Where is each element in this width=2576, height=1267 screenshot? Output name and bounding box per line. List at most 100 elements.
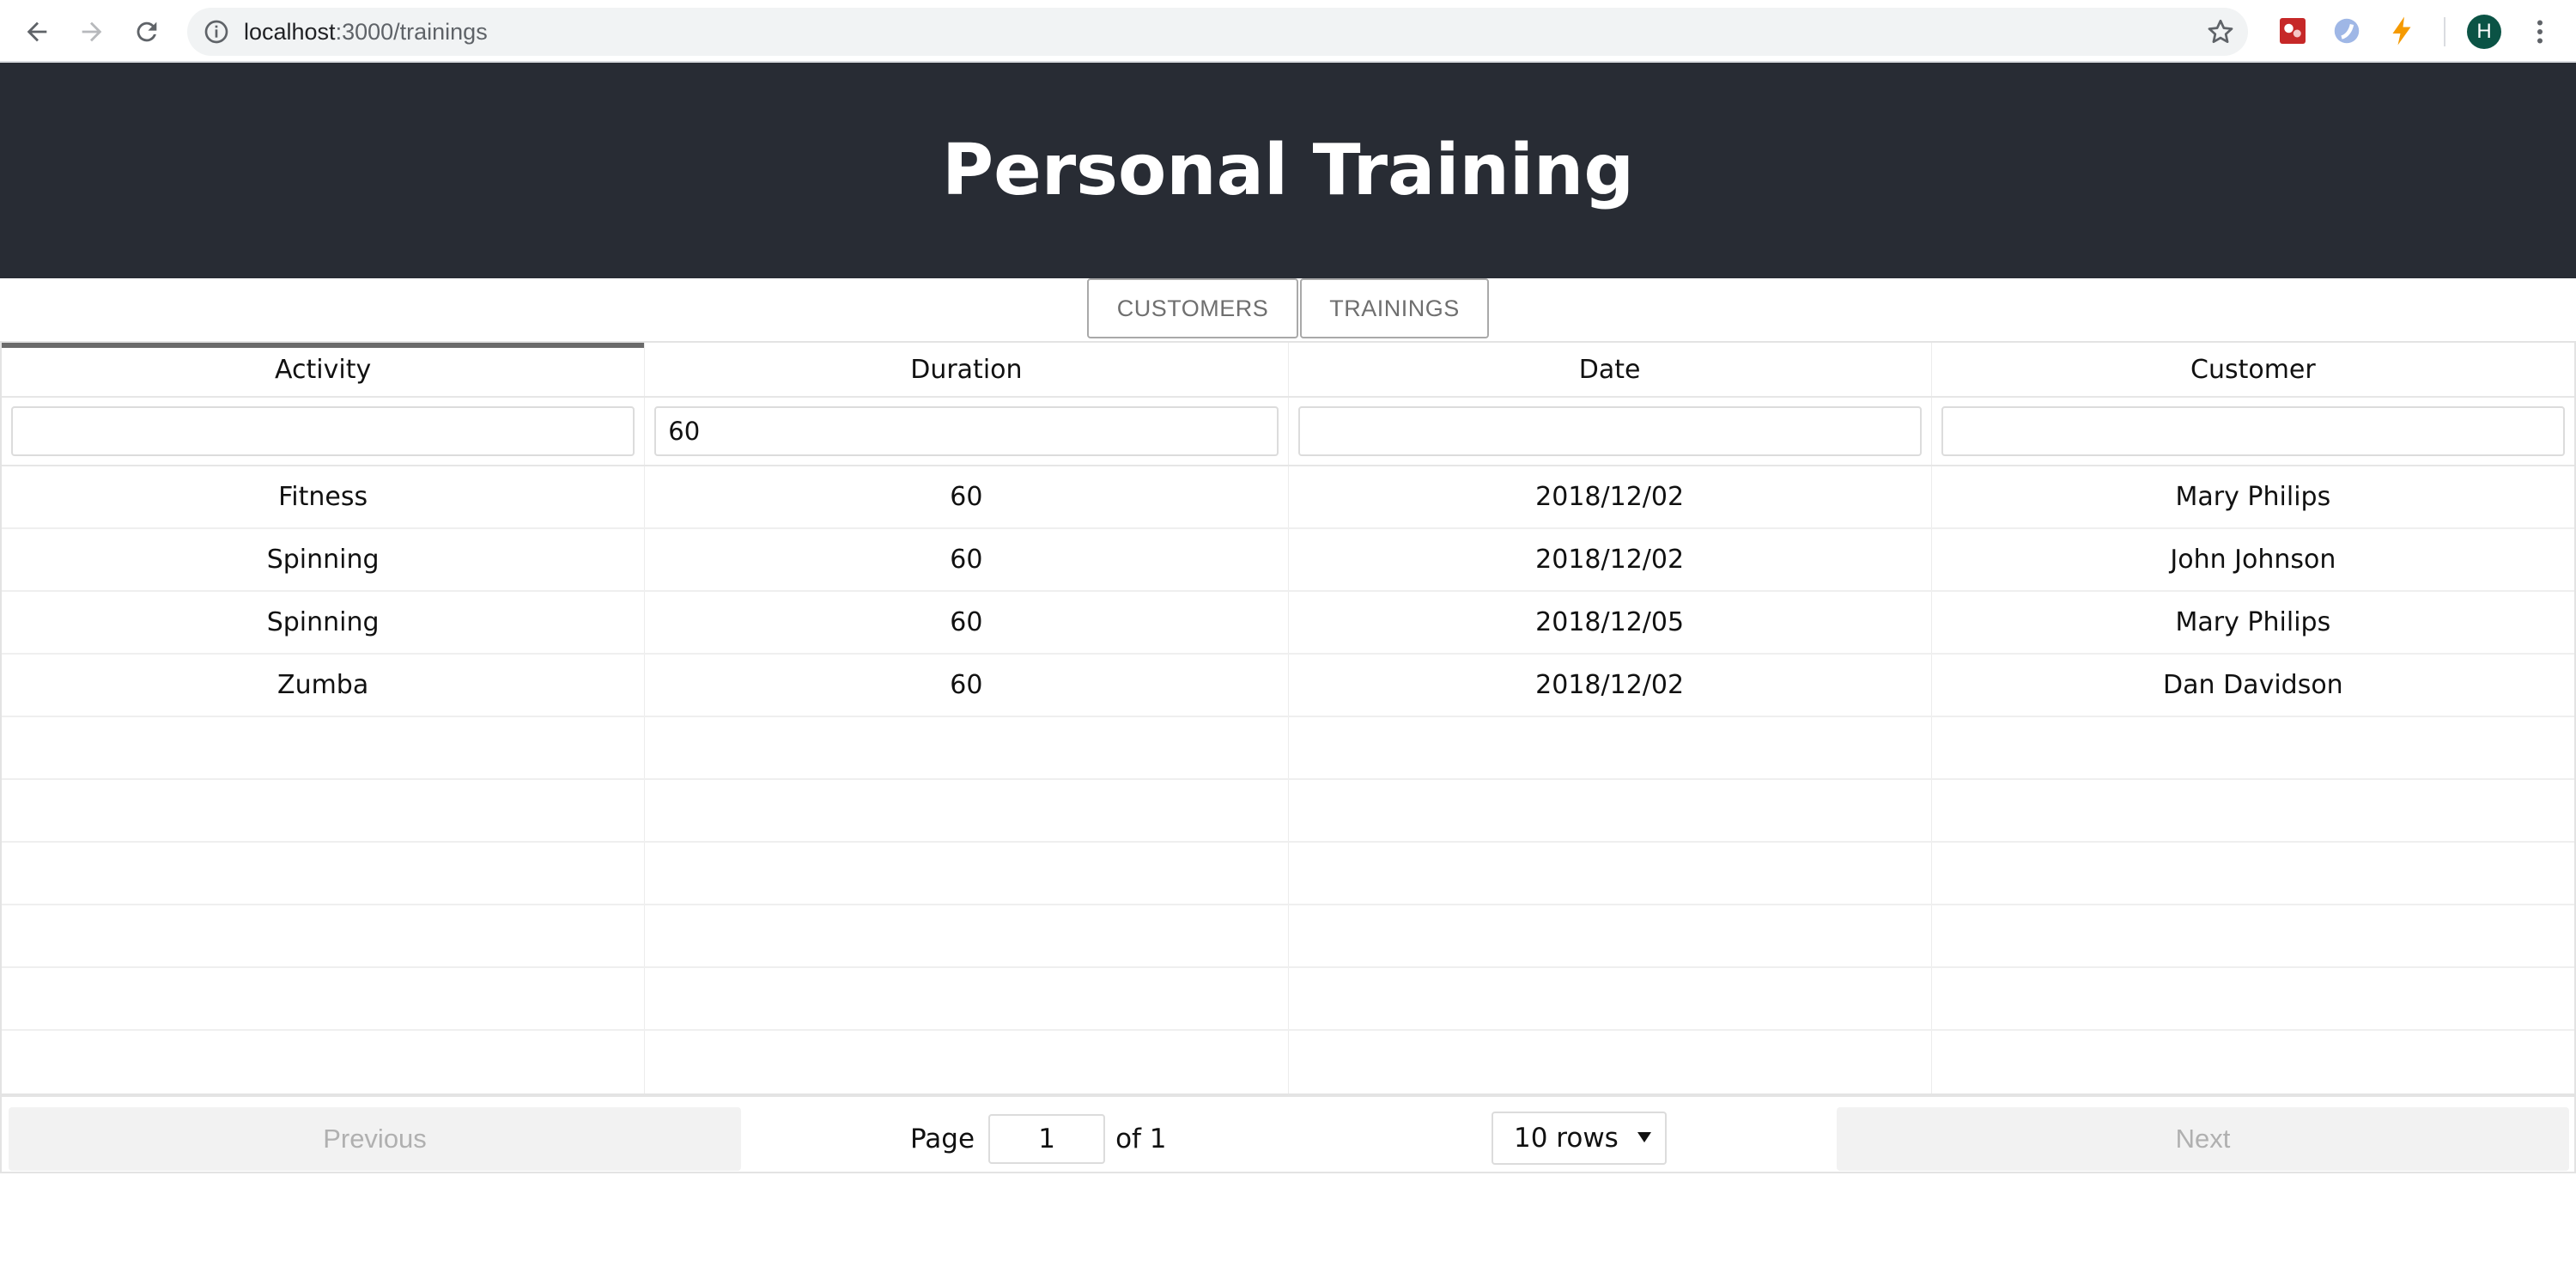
total-pages-label: of 1 [1115,1124,1167,1154]
date-cell [1289,905,1932,966]
caret-down-icon [1637,1132,1651,1142]
customer-cell [1932,780,2574,841]
reload-button[interactable] [125,10,168,53]
date-filter-input[interactable] [1297,406,1922,456]
more-vert-icon[interactable] [2524,15,2555,48]
activity-cell [2,717,646,778]
activity-cell [2,780,646,841]
filter-cell [1289,398,1932,465]
filter-cell [2,398,646,465]
date-cell: 2018/12/02 [1289,466,1932,527]
duration-cell: 60 [645,592,1289,653]
customer-cell [1932,1031,2574,1093]
page-title: Personal Training [941,130,1635,211]
date-cell: 2018/12/02 [1289,529,1932,590]
arrow-left-icon [27,21,47,42]
customer-cell: Mary Philips [2175,607,2331,637]
next-page-button[interactable]: Next [1837,1107,2569,1171]
extension-lightning-icon[interactable] [2386,15,2417,46]
date-cell [1289,780,1932,841]
duration-cell [645,843,1289,904]
activity-cell: Zumba [2,655,646,716]
rows-per-page-value: 10 rows [1514,1123,1619,1154]
customer-cell: Mary Philips [2175,482,2331,512]
rows-per-page-select[interactable]: 10 rows [1492,1112,1667,1165]
filter-cell [1932,398,2574,465]
column-header-activity[interactable]: Activity [2,343,646,396]
filter-cell [645,398,1289,465]
duration-cell [645,780,1289,841]
table-row: Fitness 60 2018/12/02 Mary Philips [2,466,2574,529]
column-header-customer[interactable]: Customer [1932,343,2574,396]
column-header-duration[interactable]: Duration [645,343,1289,396]
back-button[interactable] [15,10,58,53]
date-cell [1289,717,1932,778]
forward-button[interactable] [70,10,113,53]
activity-filter-input[interactable] [11,406,635,456]
activity-cell [2,1031,646,1093]
duration-cell [645,717,1289,778]
customer-cell [1932,968,2574,1029]
customer-cell: John Johnson [2170,545,2336,575]
empty-table-row [2,905,2574,968]
activity-cell: Fitness [2,466,646,527]
empty-table-row [2,1031,2574,1093]
tab-trainings[interactable]: TRAININGS [1300,278,1489,338]
reload-icon [137,21,157,42]
browser-toolbar: localhost:3000/trainings H [0,0,2576,63]
activity-cell [2,905,646,966]
pagination-bar: Previous Page of 1 10 rows Next [2,1093,2574,1172]
date-cell [1289,843,1932,904]
customer-cell: Dan Davidson [2163,670,2343,700]
duration-cell [645,968,1289,1029]
customer-cell [1932,843,2574,904]
trainings-table: Activity Duration Date Customer Fitness … [0,341,2576,1173]
table-row: Spinning 60 2018/12/02 John Johnson [2,529,2574,592]
extension-puzzle-icon[interactable] [2277,15,2308,46]
table-body: Fitness 60 2018/12/02 Mary Philips Spinn… [2,466,2574,1093]
url-text: localhost:3000/trainings [244,8,488,56]
table-header-row: Activity Duration Date Customer [2,343,2574,398]
info-icon [204,20,228,44]
page-info: Page of 1 [910,1107,1167,1171]
previous-page-button[interactable]: Previous [9,1107,741,1171]
address-bar[interactable]: localhost:3000/trainings [187,8,2248,56]
date-cell [1289,968,1932,1029]
customer-filter-input[interactable] [1941,406,2565,456]
filter-row [2,398,2574,466]
empty-table-row [2,843,2574,905]
activity-cell [2,968,646,1029]
bookmark-star-icon[interactable] [2205,16,2236,47]
duration-cell [645,905,1289,966]
duration-cell: 60 [645,529,1289,590]
arrow-right-icon [82,21,102,42]
customer-cell [1932,717,2574,778]
url-path: :3000/trainings [335,19,488,45]
empty-table-row [2,968,2574,1031]
extension-globe-icon[interactable] [2331,15,2362,46]
page-label: Page [910,1124,975,1154]
tab-bar: CUSTOMERS TRAININGS [0,278,2576,340]
url-host: localhost [244,19,336,45]
empty-table-row [2,717,2574,780]
date-cell [1289,1031,1932,1093]
table-row: Zumba 60 2018/12/02 Dan Davidson [2,655,2574,717]
duration-filter-input[interactable] [654,406,1279,456]
duration-cell: 60 [645,466,1289,527]
date-cell: 2018/12/05 [1289,592,1932,653]
tab-customers[interactable]: CUSTOMERS [1087,278,1298,338]
app-header: Personal Training [0,63,2576,278]
toolbar-divider [2444,17,2445,46]
activity-cell: Spinning [2,592,646,653]
activity-cell [2,843,646,904]
duration-cell: 60 [645,655,1289,716]
profile-avatar[interactable]: H [2467,15,2501,49]
page-number-input[interactable] [988,1114,1106,1164]
empty-table-row [2,780,2574,843]
column-header-date[interactable]: Date [1289,343,1932,396]
table-row: Spinning 60 2018/12/05 Mary Philips [2,592,2574,655]
customer-cell [1932,905,2574,966]
activity-cell: Spinning [2,529,646,590]
date-cell: 2018/12/02 [1289,655,1932,716]
duration-cell [645,1031,1289,1093]
